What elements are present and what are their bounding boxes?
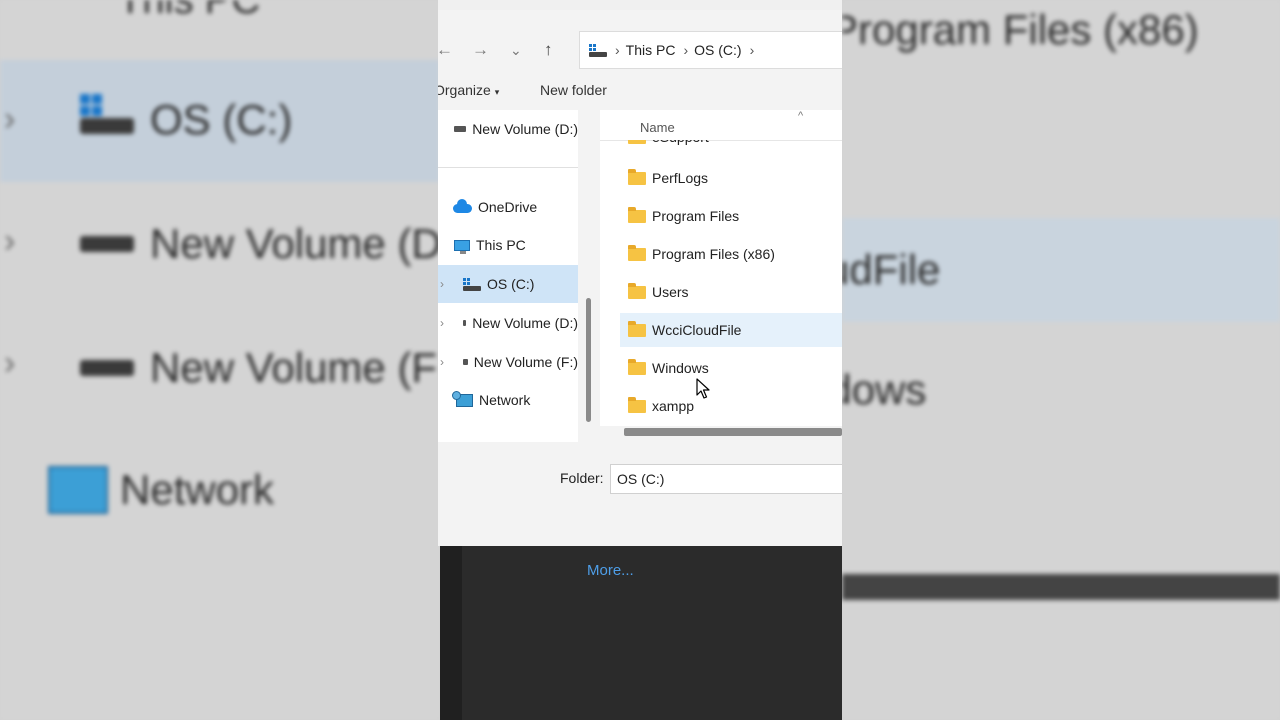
file-row-windows[interactable]: Windows — [620, 351, 842, 385]
background-network-label: Network — [120, 466, 275, 513]
os-drive-icon — [463, 277, 481, 291]
background-chevron-icon: › — [4, 100, 16, 138]
new-folder-button[interactable]: New folder — [540, 82, 607, 98]
file-row-users[interactable]: Users — [620, 275, 842, 309]
scrollbar-thumb[interactable] — [624, 428, 842, 436]
back-arrow-icon[interactable]: ← — [438, 40, 453, 60]
onedrive-icon — [453, 199, 472, 213]
up-arrow-icon[interactable]: ↑ — [544, 40, 553, 60]
drive-icon — [463, 359, 468, 365]
file-row-perflogs[interactable]: PerfLogs — [620, 161, 842, 195]
nav-item-onedrive[interactable]: OneDrive — [438, 188, 578, 226]
recent-locations-chevron-icon[interactable]: ⌄ — [510, 40, 522, 60]
file-list: eSupport PerfLogs Program Files Program … — [620, 140, 842, 424]
horizontal-scrollbar[interactable] — [600, 426, 842, 442]
this-pc-icon — [454, 239, 470, 254]
forward-arrow-icon[interactable]: → — [472, 40, 489, 60]
background-drive-icon — [80, 118, 134, 134]
expand-chevron-icon[interactable]: › — [440, 355, 444, 369]
background-explorer-left: This PC › OS (C:) › New Volume (D:) › Ne… — [0, 0, 440, 720]
nav-item-network[interactable]: Network — [438, 381, 578, 419]
background-os-label: OS (C:) — [150, 96, 293, 143]
navigation-pane-scrollbar[interactable] — [578, 110, 600, 442]
file-row-xampp[interactable]: xampp — [620, 389, 842, 423]
breadcrumb-chevron-icon: › — [749, 42, 755, 58]
nav-item-new-volume-f[interactable]: › New Volume (F:) — [438, 343, 578, 381]
expand-chevron-icon[interactable]: › — [440, 277, 444, 291]
network-icon — [452, 390, 473, 407]
file-row-program-files-x86[interactable]: Program Files (x86) — [620, 237, 842, 271]
dialog-titlebar — [438, 0, 842, 10]
breadcrumb-os-c[interactable]: OS (C:) — [694, 42, 741, 58]
file-row-wccicloudfile[interactable]: WcciCloudFile — [620, 313, 842, 347]
folder-icon — [628, 244, 646, 261]
nav-item-this-pc[interactable]: This PC — [438, 226, 578, 264]
sort-ascending-icon: ^ — [798, 110, 804, 122]
background-windows-label: Windows — [842, 366, 927, 413]
more-link[interactable]: More... — [587, 562, 634, 579]
breadcrumb-chevron-icon: › — [615, 42, 620, 58]
organize-button[interactable]: Organize ▾ — [438, 82, 499, 98]
file-list-pane: Name ^ eSupport PerfLogs Program Files P… — [600, 110, 842, 442]
background-program-files-x86-label: Program Files (x86) — [842, 6, 1199, 53]
app-dark-panel — [440, 546, 842, 720]
expand-chevron-icon[interactable]: › — [440, 316, 444, 330]
drive-icon — [454, 126, 467, 132]
this-pc-icon — [589, 43, 607, 57]
breadcrumb-this-pc[interactable]: This PC — [626, 42, 676, 58]
dropdown-caret-icon: ▾ — [494, 87, 500, 97]
background-volume-f-label: New Volume (F:) — [150, 344, 440, 391]
nav-item-new-volume-d[interactable]: › New Volume (D:) — [438, 304, 578, 342]
folder-icon — [628, 168, 646, 185]
folder-icon — [628, 396, 646, 413]
file-row-program-files[interactable]: Program Files — [620, 199, 842, 233]
mouse-cursor-icon — [696, 378, 710, 399]
select-folder-dialog: ← → ⌄ ↑ › This PC › OS (C:) › ⌄ Organize… — [438, 0, 842, 546]
nav-item-new-volume-d-top[interactable]: New Volume (D:) — [438, 110, 578, 148]
address-bar[interactable]: › This PC › OS (C:) › ⌄ — [579, 31, 842, 69]
scrollbar-thumb[interactable] — [586, 298, 591, 422]
breadcrumb-chevron-icon: › — [683, 42, 689, 58]
background-wcci-label: WcciCloudFile — [842, 246, 941, 293]
folder-name-input[interactable] — [610, 464, 842, 494]
navigation-pane: New Volume (D:) OneDrive This PC › OS (C… — [438, 110, 578, 442]
column-header: Name ^ — [600, 110, 842, 141]
nav-divider — [438, 167, 578, 168]
background-volume-d-label: New Volume (D:) — [150, 220, 440, 267]
background-chevron-icon: › — [4, 222, 16, 260]
drive-icon — [463, 320, 467, 326]
folder-icon — [628, 140, 646, 144]
background-os-icon — [80, 94, 102, 116]
folder-icon — [628, 320, 646, 337]
nav-item-os-c[interactable]: › OS (C:) — [438, 265, 578, 303]
background-this-pc-label: This PC — [118, 0, 261, 22]
dialog-footer: Folder: — [438, 442, 842, 546]
command-toolbar: Organize ▾ New folder — [438, 68, 842, 110]
column-header-name[interactable]: Name — [640, 120, 675, 135]
background-chevron-icon: › — [4, 344, 16, 382]
background-network-icon — [48, 466, 108, 514]
folder-icon — [628, 282, 646, 299]
background-explorer-right: Program Files (x86) WcciCloudFile Window… — [842, 0, 1280, 720]
folder-icon — [628, 206, 646, 223]
background-drive-icon — [80, 236, 134, 252]
background-drive-icon — [80, 360, 134, 376]
background-dark-band — [842, 574, 1280, 600]
folder-label: Folder: — [560, 470, 604, 486]
navigation-bar: ← → ⌄ ↑ › This PC › OS (C:) › ⌄ — [438, 10, 842, 69]
file-row-esupport[interactable]: eSupport — [620, 140, 842, 154]
folder-icon — [628, 358, 646, 375]
